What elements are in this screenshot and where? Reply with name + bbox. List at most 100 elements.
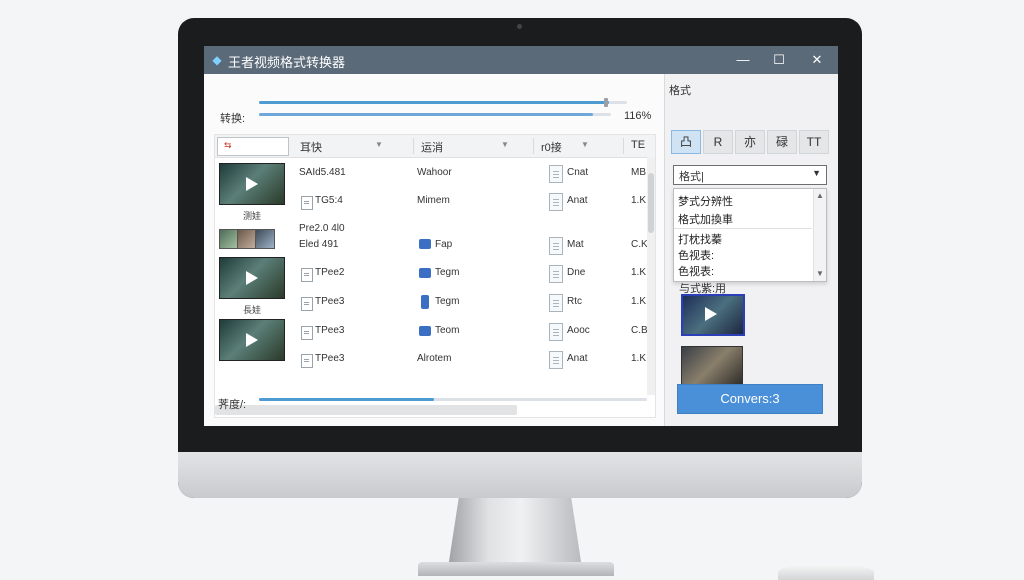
title-bar[interactable]: ◆ 王者视频格式转换器 — ☐ ✕: [204, 46, 838, 74]
mouse: [778, 564, 874, 580]
file-icon: [301, 354, 313, 368]
format-button-5[interactable]: TT: [799, 130, 829, 154]
dropdown-option[interactable]: 格式加換車: [678, 211, 733, 227]
table-cell-size: MB: [631, 167, 646, 178]
format-button-3[interactable]: 亦: [735, 130, 765, 154]
scroll-up-icon[interactable]: ▲: [816, 191, 824, 200]
dropdown-option[interactable]: 色视表:: [678, 263, 714, 279]
scrollbar-thumb[interactable]: [648, 173, 654, 233]
table-cell-size: 1.K: [631, 267, 647, 278]
file-table: ⇆ 耳快 ▼ 运消 ▼ r0接 ▼ TE 测娃 SAId5.481 Wahoor…: [214, 134, 656, 418]
table-cell-name: TPee3: [315, 296, 345, 307]
close-button[interactable]: ✕: [804, 50, 830, 70]
document-icon: [549, 165, 563, 183]
format-button-2[interactable]: R: [703, 130, 733, 154]
preview-thumbnail-selected[interactable]: [681, 294, 745, 336]
table-vertical-scrollbar[interactable]: [647, 157, 655, 395]
table-cell-doc: Mat: [567, 239, 584, 250]
document-icon: [549, 351, 563, 369]
upper-slider-track[interactable]: [259, 101, 627, 104]
mini-thumbnail[interactable]: [219, 229, 239, 249]
format-select-value: 格式|: [679, 171, 704, 183]
main-panel: 转换: 116% ⇆ 耳快 ▼ 运消 ▼ r0接 ▼ TE 测娃 SAId5.4…: [204, 74, 664, 426]
table-cell-type: Mimem: [417, 195, 450, 206]
table-cell-doc: Anat: [567, 353, 588, 364]
table-cell-type: Tegm: [435, 267, 460, 278]
video-thumbnail[interactable]: [219, 319, 285, 361]
format-button-1[interactable]: 凸: [671, 130, 701, 154]
table-cell-type: Teom: [435, 325, 460, 336]
table-cell-size: C.B: [631, 325, 648, 336]
dropdown-divider: [674, 228, 812, 229]
converter-window: ◆ 王者视频格式转换器 — ☐ ✕ 转换: 116% ⇆ 耳快 ▼ 运消 ▼ r…: [204, 46, 838, 426]
conversion-percent: 116%: [624, 110, 652, 122]
column-divider: [413, 138, 414, 154]
video-thumbnail[interactable]: [219, 257, 285, 299]
table-cell-size: 1.K: [631, 353, 647, 364]
table-cell-doc: Anat: [567, 195, 588, 206]
sort-arrow-icon[interactable]: ▼: [501, 140, 509, 149]
mini-thumbnail[interactable]: [237, 229, 257, 249]
play-icon: [246, 177, 258, 191]
table-cell-type: Wahoor: [417, 167, 452, 178]
format-dropdown-list[interactable]: 梦式分辨性 格式加換車 打枕找蓁 色视表: 色视表: ▲ ▼: [673, 188, 827, 282]
mini-thumbnail[interactable]: [255, 229, 275, 249]
format-side-panel: 格式 凸 R 亦 碌 TT 格式| ▼ 梦式分辨性 格式加換車 打枕找蓁 色视表…: [664, 74, 838, 426]
thumbnail-caption: 测娃: [243, 211, 262, 221]
video-thumbnail[interactable]: [219, 163, 285, 205]
dropdown-option[interactable]: 打枕找蓁: [678, 231, 722, 247]
table-cell-name-secondary: Eled 491: [299, 239, 339, 250]
conversion-label: 转换:: [220, 113, 246, 125]
play-icon: [246, 271, 258, 285]
file-icon: [301, 297, 313, 311]
preview-thumbnail[interactable]: [681, 346, 743, 386]
document-icon: [549, 265, 563, 283]
sort-arrow-icon[interactable]: ▼: [581, 140, 589, 149]
table-cell-type: Alrotem: [417, 353, 452, 364]
folder-icon: [419, 239, 431, 249]
table-cell-name: TG5:4: [315, 195, 343, 206]
select-all-checkbox[interactable]: ⇆: [217, 137, 289, 156]
chevron-down-icon[interactable]: ▼: [812, 168, 821, 178]
table-cell-name: TPee3: [315, 353, 345, 364]
file-icon: [301, 326, 313, 340]
play-icon: [246, 333, 258, 347]
column-header-size[interactable]: TE: [631, 139, 645, 151]
upper-slider-handle[interactable]: [604, 98, 608, 107]
table-cell-name: SAId5.481: [299, 167, 346, 178]
maximize-button[interactable]: ☐: [766, 50, 792, 70]
overall-progress-bar: [259, 398, 647, 401]
dropdown-option[interactable]: 色视表:: [678, 247, 714, 263]
table-cell-type: Fap: [435, 239, 453, 250]
document-icon: [549, 294, 563, 312]
format-button-4[interactable]: 碌: [767, 130, 797, 154]
table-cell-name: TPee3: [315, 325, 345, 336]
column-header-type[interactable]: 运消: [421, 139, 443, 155]
document-icon: [549, 237, 563, 255]
column-divider: [623, 138, 624, 154]
column-divider: [533, 138, 534, 154]
table-cell-doc: Dne: [567, 267, 586, 278]
monitor-stand: [448, 498, 582, 568]
convert-button[interactable]: Convers:3: [677, 384, 823, 414]
scroll-down-icon[interactable]: ▼: [816, 269, 824, 278]
minimize-button[interactable]: —: [730, 50, 756, 70]
camera-dot: [517, 24, 522, 29]
table-cell-name: TPee2: [315, 267, 345, 278]
table-header: ⇆ 耳快 ▼ 运消 ▼ r0接 ▼ TE: [215, 135, 655, 158]
file-icon: [301, 268, 313, 282]
dropdown-option[interactable]: 梦式分辨性: [678, 193, 733, 209]
table-cell-type: Tegm: [435, 296, 460, 307]
format-select[interactable]: 格式| ▼: [673, 165, 827, 185]
column-header-doc[interactable]: r0接: [541, 139, 562, 155]
thumbnail-caption: 長娃: [243, 305, 262, 315]
document-icon: [549, 323, 563, 341]
table-cell-doc: Cnat: [567, 167, 589, 178]
folder-icon: [419, 268, 431, 278]
dropdown-scrollbar[interactable]: ▲ ▼: [813, 189, 826, 281]
table-horizontal-scrollbar[interactable]: [215, 405, 517, 415]
sort-arrow-icon[interactable]: ▼: [375, 140, 383, 149]
table-cell-doc: Aooc: [567, 325, 590, 336]
monitor-chin: [178, 452, 862, 498]
column-header-name[interactable]: 耳快: [300, 139, 322, 155]
